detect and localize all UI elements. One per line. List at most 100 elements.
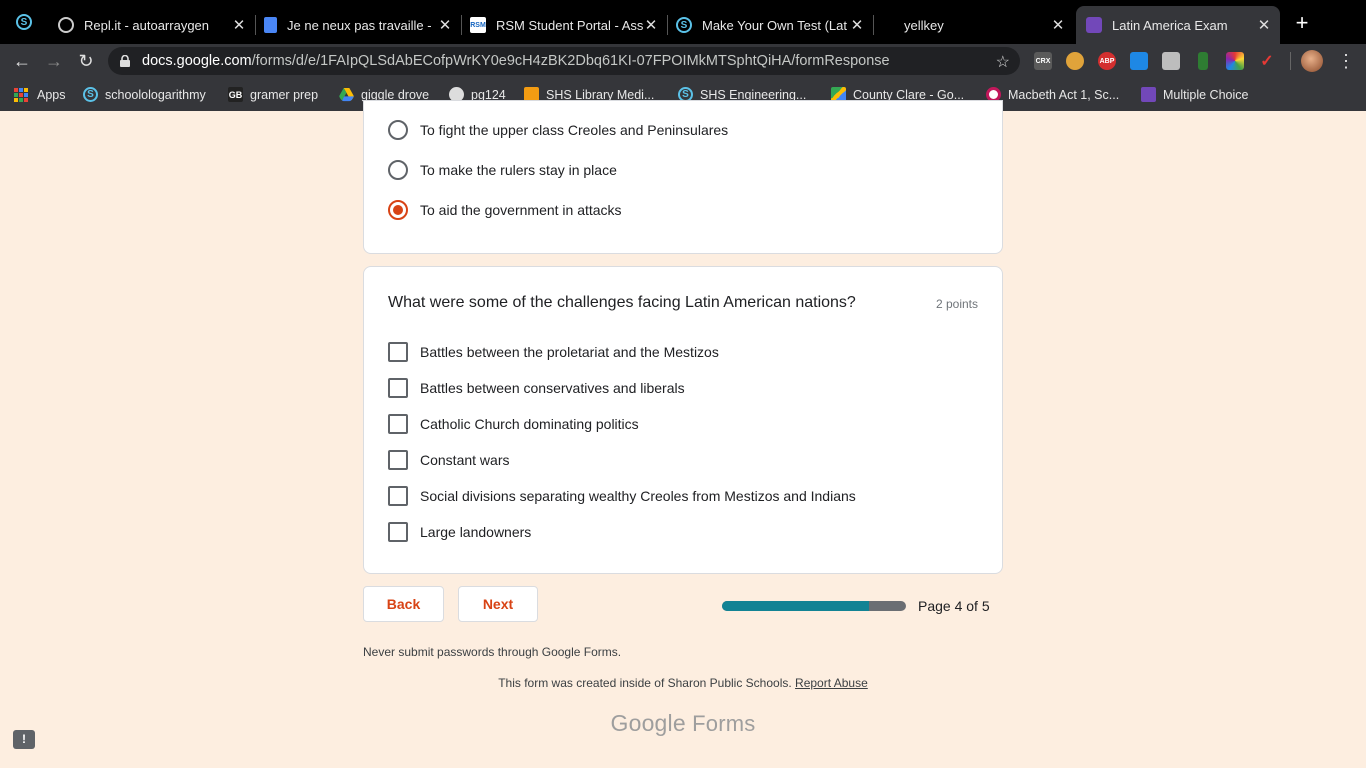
apps-grid-icon (14, 87, 28, 102)
leaf-icon[interactable] (1198, 52, 1208, 70)
forward-arrow-icon[interactable]: → (44, 51, 64, 71)
option-label: Social divisions separating wealthy Creo… (420, 488, 856, 504)
tab-docs[interactable]: Je ne neux pas travaille - ✕ (256, 6, 461, 44)
reload-icon[interactable]: ↻ (76, 51, 96, 71)
tab-title: RSM Student Portal - Ass (496, 17, 643, 33)
checkbox-option[interactable]: Catholic Church dominating politics (388, 414, 639, 434)
google-docs-icon (264, 17, 277, 33)
new-tab-button[interactable]: + (1292, 12, 1312, 34)
radio-option[interactable]: To make the rulers stay in place (388, 160, 617, 180)
tab-replit[interactable]: Repl.it - autoarraygen ✕ (50, 6, 255, 44)
close-icon[interactable]: ✕ (1256, 16, 1272, 34)
logo-google: Google (610, 710, 686, 736)
google-forms-icon (1086, 17, 1102, 33)
radio-option[interactable]: To fight the upper class Creoles and Pen… (388, 120, 728, 140)
close-icon[interactable]: ✕ (231, 16, 247, 34)
close-icon[interactable]: ✕ (1050, 16, 1066, 34)
toolbar-divider (1290, 52, 1291, 70)
google-drive-icon (339, 87, 354, 102)
report-abuse-link[interactable]: Report Abuse (795, 676, 868, 690)
tick-icon[interactable] (1130, 52, 1148, 70)
tab-title: Je ne neux pas travaille - (287, 17, 432, 33)
checkbox[interactable] (388, 414, 408, 434)
tab-rsm[interactable]: RSM RSM Student Portal - Ass ✕ (462, 6, 667, 44)
address-bar[interactable]: docs.google.com/forms/d/e/1FAIpQLSdAbECo… (108, 47, 1020, 75)
option-label: To fight the upper class Creoles and Pen… (420, 122, 729, 138)
checkbox-option[interactable]: Battles between conservatives and libera… (388, 378, 685, 398)
progress-bar (722, 601, 906, 611)
schoology-icon[interactable]: S (16, 14, 32, 30)
google-forms-icon (1141, 87, 1156, 102)
crx-icon[interactable]: CRX (1034, 52, 1052, 70)
briefcase-icon[interactable] (1162, 52, 1180, 70)
feedback-icon[interactable]: ! (13, 730, 35, 749)
question-card-previous: To fight the upper class Creoles and Pen… (363, 100, 1003, 254)
bookmark-schoolologarithmy[interactable]: S schoolologarithmy (83, 86, 206, 103)
radio-button[interactable] (388, 120, 408, 140)
question-title: What were some of the challenges facing … (388, 294, 856, 311)
option-label: To aid the government in attacks (420, 202, 622, 218)
option-label: Catholic Church dominating politics (420, 416, 639, 432)
close-icon[interactable]: ✕ (437, 16, 453, 34)
bookmark-apps[interactable]: Apps (14, 86, 66, 103)
url-path: /forms/d/e/1FAIpQLSdAbECofpWrKY0e9cH4zBK… (251, 53, 890, 69)
option-label: To make the rulers stay in place (420, 162, 617, 178)
checkbox-option[interactable]: Large landowners (388, 522, 531, 542)
option-label: Large landowners (420, 524, 532, 540)
option-label: Battles between the proletariat and the … (420, 344, 719, 360)
tab-latin-america-exam[interactable]: Latin America Exam ✕ (1076, 6, 1280, 44)
close-icon[interactable]: ✕ (849, 16, 865, 34)
option-label: Constant wars (420, 452, 510, 468)
url-text: docs.google.com/forms/d/e/1FAIpQLSdAbECo… (142, 53, 890, 69)
question-points: 2 points (935, 297, 978, 311)
replit-icon (58, 17, 74, 33)
colorful-icon[interactable] (1226, 52, 1244, 70)
gb-icon: GB (228, 87, 243, 102)
tab-title: Latin America Exam (1112, 17, 1228, 33)
menu-icon[interactable]: ⋮ (1336, 51, 1356, 71)
checkbox[interactable] (388, 450, 408, 470)
owl-icon[interactable] (1066, 52, 1084, 70)
bookmark-macbeth[interactable]: Macbeth Act 1, Sc... (986, 86, 1119, 103)
checkbox[interactable] (388, 342, 408, 362)
bookmark-star-icon[interactable]: ☆ (996, 52, 1010, 72)
tab-yellkey[interactable]: yellkey ✕ (874, 6, 1074, 44)
radio-button[interactable] (388, 160, 408, 180)
schoology-icon: S (83, 87, 98, 102)
avatar[interactable] (1301, 50, 1323, 72)
checkbox[interactable] (388, 378, 408, 398)
option-label: Battles between conservatives and libera… (420, 380, 685, 396)
logo-forms: Forms (692, 711, 756, 736)
form-created-note: This form was created inside of Sharon P… (0, 676, 1366, 690)
question-card-challenges: What were some of the challenges facing … (363, 266, 1003, 574)
bookmark-gramer-prep[interactable]: GB gramer prep (228, 86, 318, 103)
rsm-icon: RSM (470, 17, 486, 33)
tab-strip: S Repl.it - autoarraygen ✕ Je ne neux pa… (0, 0, 1366, 44)
url-host: docs.google.com (142, 53, 252, 69)
back-arrow-icon[interactable]: ← (12, 51, 32, 71)
checkbox-option[interactable]: Constant wars (388, 450, 509, 470)
checkbox-option[interactable]: Battles between the proletariat and the … (388, 342, 719, 362)
radio-button[interactable] (388, 200, 408, 220)
bookmark-label: Apps (37, 87, 66, 102)
tab-make-test[interactable]: S Make Your Own Test (Lat ✕ (668, 6, 873, 44)
created-text: This form was created inside of Sharon P… (498, 676, 792, 690)
tab-title: Make Your Own Test (Lat (702, 17, 848, 33)
bookmark-multiple-choice[interactable]: Multiple Choice (1141, 86, 1248, 103)
lock-icon[interactable] (120, 55, 130, 67)
close-icon[interactable]: ✕ (643, 16, 659, 34)
checkbox-option[interactable]: Social divisions separating wealthy Creo… (388, 486, 856, 506)
checkbox[interactable] (388, 486, 408, 506)
password-warning: Never submit passwords through Google Fo… (363, 645, 622, 659)
next-button[interactable]: Next (458, 586, 538, 622)
google-forms-logo[interactable]: Google Forms (0, 710, 1366, 737)
back-button[interactable]: Back (363, 586, 444, 622)
bookmark-label: Multiple Choice (1163, 87, 1249, 102)
adblock-icon[interactable]: ABP (1098, 52, 1116, 70)
progress-fill (722, 601, 870, 611)
page-indicator: Page 4 of 5 (918, 598, 990, 614)
checkbox[interactable] (388, 522, 408, 542)
radio-option-selected[interactable]: To aid the government in attacks (388, 200, 622, 220)
bookmark-label: gramer prep (250, 87, 319, 102)
tool-icon[interactable]: ✓ (1258, 52, 1276, 70)
